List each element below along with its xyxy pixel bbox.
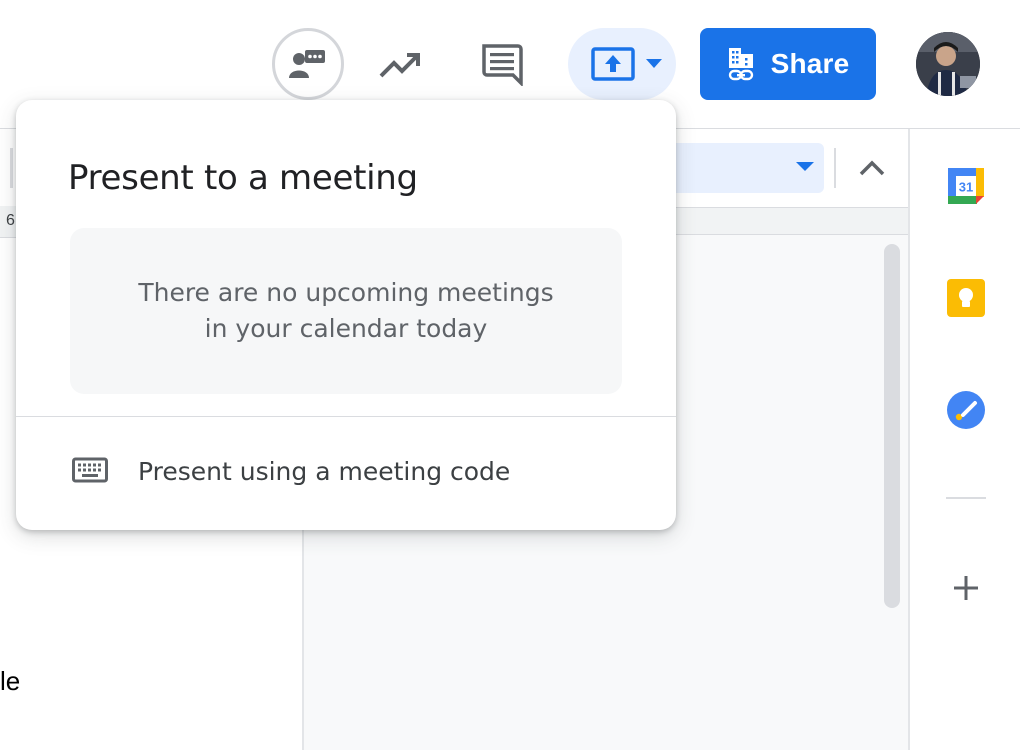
comments-button[interactable] [474, 38, 530, 90]
document-text-fragment: le [0, 666, 21, 696]
dialog-title: Present to a meeting [68, 158, 418, 198]
tasks-icon [947, 391, 985, 429]
chevron-up-icon [859, 160, 885, 176]
share-button[interactable]: Share [700, 28, 876, 100]
present-to-meeting-dialog: Present to a meeting There are no upcomi… [16, 100, 676, 530]
vertical-scrollbar[interactable] [884, 244, 900, 608]
keep-icon [947, 279, 985, 317]
user-avatar[interactable] [916, 32, 980, 96]
trending-up-icon [379, 53, 420, 78]
share-button-label: Share [770, 48, 850, 79]
tasks-app-button[interactable] [944, 388, 988, 432]
calendar-day-number: 31 [959, 180, 973, 195]
present-to-meeting-icon [591, 47, 635, 81]
ruler-number: 6 [6, 212, 15, 229]
activity-button[interactable] [370, 40, 430, 90]
no-meetings-line-2: in your calendar today [204, 314, 488, 343]
present-with-meeting-code-option[interactable]: Present using a meeting code [16, 417, 676, 530]
style-dropdown-caret-icon [796, 162, 814, 171]
comment-icon [482, 44, 523, 86]
side-panel [908, 129, 1020, 750]
building-link-icon [728, 48, 753, 81]
calendar-app-button[interactable]: 31 [944, 164, 988, 208]
toolbar-edge [10, 148, 13, 188]
activity-dashboard-button[interactable] [272, 28, 344, 100]
hide-menus-button[interactable] [852, 150, 892, 186]
meeting-code-label: Present using a meeting code [138, 457, 511, 486]
calendar-icon: 31 [948, 168, 984, 204]
avatar-image [916, 32, 980, 96]
present-to-meeting-button[interactable] [568, 28, 676, 100]
chevron-down-icon [646, 59, 662, 68]
keep-app-button[interactable] [944, 276, 988, 320]
no-meetings-message: There are no upcoming meetings in your c… [70, 228, 622, 394]
plus-icon [954, 576, 978, 600]
get-addons-button[interactable] [948, 570, 984, 606]
keyboard-icon [72, 457, 108, 483]
no-meetings-line-1: There are no upcoming meetings [138, 278, 554, 307]
side-panel-divider [946, 497, 986, 499]
activity-dashboard-icon [289, 50, 325, 78]
toolbar-separator [834, 148, 836, 188]
